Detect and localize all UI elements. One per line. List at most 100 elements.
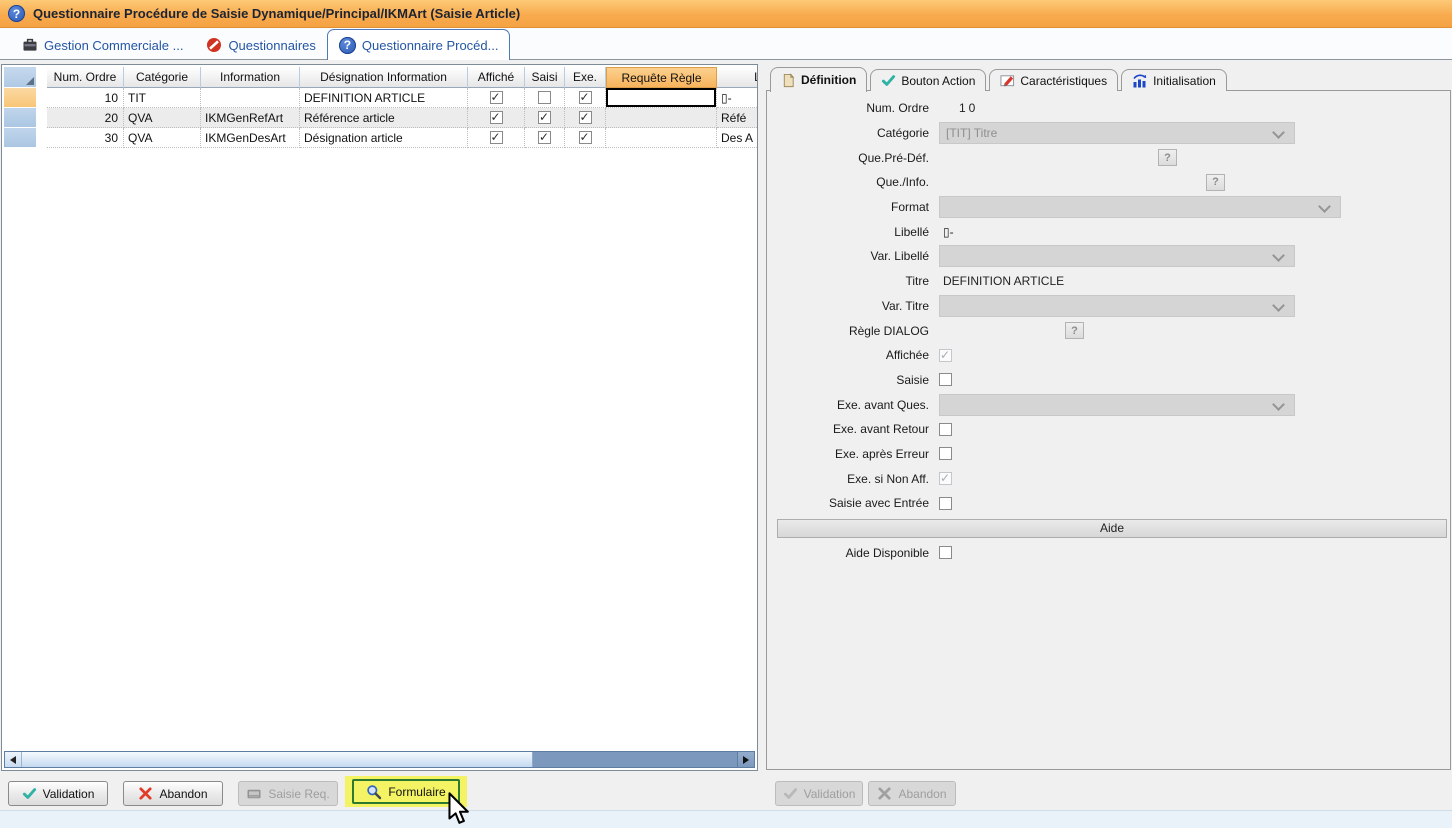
scroll-right-button[interactable] bbox=[737, 752, 754, 767]
cell-affiche[interactable] bbox=[468, 108, 525, 128]
cell-exe[interactable] bbox=[565, 88, 606, 108]
que-pre-def-help-button[interactable]: ? bbox=[1158, 149, 1177, 166]
column-header-cat[interactable]: Catégorie bbox=[124, 67, 201, 88]
var-libelle-dropdown[interactable] bbox=[939, 245, 1295, 267]
abandon-button[interactable]: Abandon bbox=[123, 781, 223, 806]
saisie-checkbox[interactable] bbox=[939, 373, 952, 386]
cell-info[interactable]: IKMGenRefArt bbox=[201, 108, 300, 128]
checkbox-exe[interactable] bbox=[579, 111, 592, 124]
libelle-value: ▯- bbox=[939, 225, 954, 239]
checkbox-affiche[interactable] bbox=[490, 91, 503, 104]
affichee-checkbox[interactable] bbox=[939, 349, 952, 362]
cell-num[interactable]: 20 bbox=[47, 108, 124, 128]
exe-avant-retour-checkbox[interactable] bbox=[939, 423, 952, 436]
checkbox-exe[interactable] bbox=[579, 91, 592, 104]
validation-button[interactable]: Validation bbox=[8, 781, 108, 806]
regle-dialog-control: ? bbox=[939, 322, 1450, 339]
cell-num[interactable]: 30 bbox=[47, 128, 124, 148]
form-row-exe-apres-erreur: Exe. après Erreur bbox=[767, 442, 1450, 467]
horizontal-scrollbar[interactable] bbox=[4, 751, 755, 768]
checkbox-saisi[interactable] bbox=[538, 131, 551, 144]
column-header-libelle[interactable]: Libellé bbox=[717, 67, 758, 88]
row-selector[interactable] bbox=[4, 128, 37, 148]
tab-d-finition[interactable]: Définition bbox=[770, 67, 867, 92]
cell-num[interactable]: 10 bbox=[47, 88, 124, 108]
mdi-tab-2[interactable]: Questionnaires bbox=[194, 31, 326, 59]
cell-cat[interactable]: QVA bbox=[124, 128, 201, 148]
cell-saisi[interactable] bbox=[525, 88, 565, 108]
cell-text: IKMGenDesArt bbox=[205, 131, 286, 145]
exe-apres-erreur-checkbox[interactable] bbox=[939, 447, 952, 460]
cell-requete[interactable] bbox=[606, 108, 717, 128]
cell-desig[interactable]: Référence article bbox=[300, 108, 468, 128]
exe-si-non-aff-control bbox=[939, 472, 1450, 485]
saisie-req-button[interactable]: Saisie Req. bbox=[238, 781, 338, 806]
row-selector[interactable] bbox=[4, 108, 37, 128]
cell-desig[interactable]: Désignation article bbox=[300, 128, 468, 148]
cell-cat[interactable]: QVA bbox=[124, 108, 201, 128]
checkbox-exe[interactable] bbox=[579, 131, 592, 144]
var-libelle-label: Var. Libellé bbox=[767, 249, 929, 263]
cell-affiche[interactable] bbox=[468, 88, 525, 108]
column-header-selector[interactable] bbox=[4, 67, 37, 88]
column-header-requete[interactable]: Requête Règle bbox=[606, 67, 717, 88]
cell-exe[interactable] bbox=[565, 108, 606, 128]
cell-info[interactable]: IKMGenDesArt bbox=[201, 128, 300, 148]
exe-avant-ques-dropdown[interactable] bbox=[939, 394, 1295, 416]
mdi-tab-1[interactable]: Gestion Commerciale ... bbox=[10, 31, 194, 59]
format-dropdown[interactable] bbox=[939, 196, 1341, 218]
cell-info[interactable] bbox=[201, 88, 300, 108]
button-label: Abandon bbox=[898, 787, 946, 801]
column-header-exe[interactable]: Exe. bbox=[565, 67, 606, 88]
categorie-control: [TIT] Titre bbox=[939, 122, 1450, 144]
tab-caract-ristiques[interactable]: Caractéristiques bbox=[989, 69, 1118, 91]
cell-requete[interactable] bbox=[606, 128, 717, 148]
panel-abandon-button[interactable]: Abandon bbox=[868, 781, 956, 806]
exe-apres-erreur-label: Exe. après Erreur bbox=[767, 447, 929, 461]
que-info-help-button[interactable]: ? bbox=[1206, 174, 1225, 191]
column-header-label: Libellé bbox=[754, 70, 758, 84]
column-header-desig[interactable]: Désignation Information bbox=[300, 67, 468, 88]
aide-disponible-checkbox[interactable] bbox=[939, 546, 952, 559]
cell-libelle[interactable]: Des A bbox=[717, 128, 758, 148]
mdi-tab-label: Questionnaires bbox=[228, 38, 315, 53]
categorie-dropdown-value: [TIT] Titre bbox=[946, 126, 997, 140]
cell-saisi[interactable] bbox=[525, 128, 565, 148]
mouse-cursor bbox=[447, 792, 471, 826]
cell-libelle[interactable]: Réfé bbox=[717, 108, 758, 128]
checkbox-saisi[interactable] bbox=[538, 91, 551, 104]
cell-requete[interactable] bbox=[606, 88, 717, 108]
tab-initialisation[interactable]: Initialisation bbox=[1121, 69, 1227, 91]
column-header-info[interactable]: Information bbox=[201, 67, 300, 88]
cell-libelle[interactable]: ▯- bbox=[717, 88, 758, 108]
row-selector[interactable] bbox=[4, 88, 37, 108]
button-label: Validation bbox=[804, 787, 856, 801]
tab-bouton-action[interactable]: Bouton Action bbox=[870, 69, 986, 91]
panel-validation-button[interactable]: Validation bbox=[775, 781, 863, 806]
cell-saisi[interactable] bbox=[525, 108, 565, 128]
mdi-tab-3[interactable]: ?Questionnaire Procéd... bbox=[327, 29, 511, 60]
briefcase-icon bbox=[22, 37, 38, 53]
scroll-left-button[interactable] bbox=[5, 752, 22, 767]
column-header-affiche[interactable]: Affiché bbox=[468, 67, 525, 88]
checkbox-saisi[interactable] bbox=[538, 111, 551, 124]
cell-cat[interactable]: TIT bbox=[124, 88, 201, 108]
var-titre-dropdown[interactable] bbox=[939, 295, 1295, 317]
libelle-label: Libellé bbox=[767, 225, 929, 239]
aide-header-bar: Aide bbox=[777, 519, 1447, 538]
column-header-saisi[interactable]: Saisi bbox=[525, 67, 565, 88]
cell-affiche[interactable] bbox=[468, 128, 525, 148]
scrollbar-thumb[interactable] bbox=[22, 752, 533, 767]
checkbox-affiche[interactable] bbox=[490, 131, 503, 144]
regle-dialog-help-button[interactable]: ? bbox=[1065, 322, 1084, 339]
categorie-dropdown[interactable]: [TIT] Titre bbox=[939, 122, 1295, 144]
column-header-num[interactable]: Num. Ordre bbox=[47, 67, 124, 88]
exe-si-non-aff-checkbox[interactable] bbox=[939, 472, 952, 485]
saisie-avec-entree-checkbox[interactable] bbox=[939, 497, 952, 510]
form-row-libelle: Libellé ▯- bbox=[767, 219, 1450, 244]
scrollbar-track[interactable] bbox=[533, 752, 737, 767]
checkbox-affiche[interactable] bbox=[490, 111, 503, 124]
cell-desig[interactable]: DEFINITION ARTICLE bbox=[300, 88, 468, 108]
formulaire-button[interactable]: Formulaire bbox=[352, 779, 460, 804]
cell-exe[interactable] bbox=[565, 128, 606, 148]
